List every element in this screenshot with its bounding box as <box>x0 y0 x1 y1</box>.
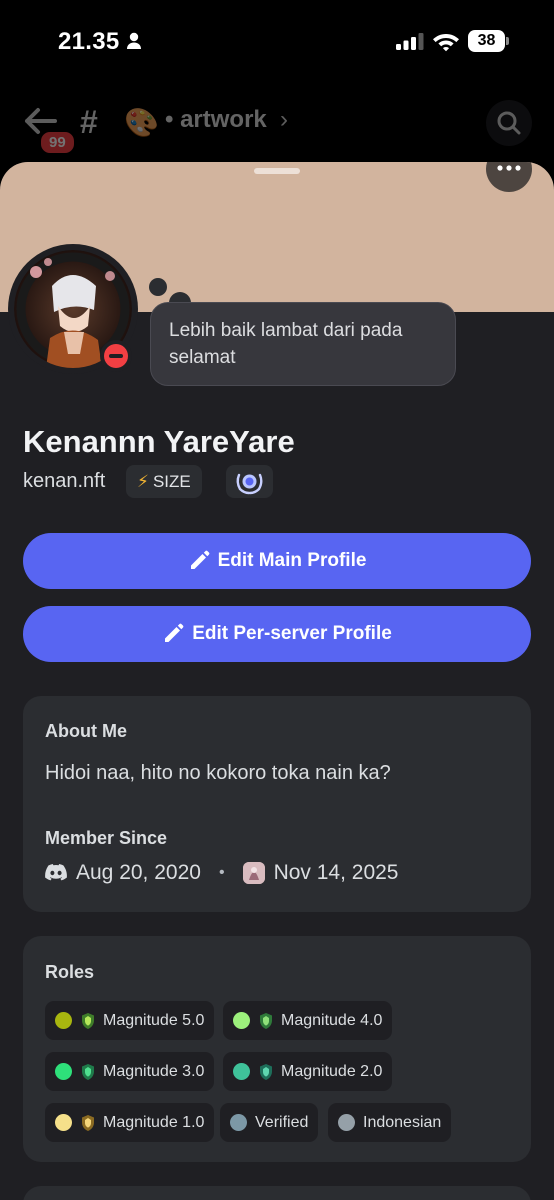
member-since-heading: Member Since <box>45 828 168 848</box>
role-label: Magnitude 3.0 <box>103 1062 205 1080</box>
server-tag-label: SIZE <box>152 472 191 491</box>
next-section-card <box>23 1186 531 1200</box>
role-pill[interactable]: Indonesian <box>328 1103 452 1142</box>
pencil-icon <box>165 623 184 642</box>
role-color-dot <box>233 1063 250 1080</box>
battery-level: 38 <box>468 30 505 52</box>
profile-sheet: Lebih baik lambat dari pada selamat Kena… <box>0 162 554 1200</box>
discord-join-date: Aug 20, 2020 <box>76 861 201 884</box>
edit-main-profile-button[interactable]: Edit Main Profile <box>23 533 531 589</box>
shield-icon <box>260 1063 272 1080</box>
role-label: Magnitude 2.0 <box>281 1062 383 1080</box>
server-tag[interactable]: ⚡ SIZE <box>126 465 202 498</box>
shield-icon <box>82 1063 94 1080</box>
role-pill[interactable]: Magnitude 2.0 <box>223 1052 393 1091</box>
status-bar: 21.35 38 <box>0 0 554 84</box>
role-color-dot <box>230 1114 247 1131</box>
about-me-text: Hidoi naa, hito no kokoro toka nain ka? <box>45 762 391 784</box>
role-pill[interactable]: Magnitude 3.0 <box>45 1052 215 1091</box>
discord-logo-icon <box>45 864 67 881</box>
profile-badge[interactable] <box>226 465 273 498</box>
wifi-icon <box>433 34 459 52</box>
custom-status-text: Lebih baik lambat dari pada selamat <box>169 320 403 368</box>
username: kenan.nft <box>23 470 106 492</box>
role-color-dot <box>55 1114 72 1131</box>
role-color-dot <box>55 1063 72 1080</box>
channel-header: 99 # 🎨 • artwork › <box>0 84 554 164</box>
shield-icon <box>260 1012 272 1029</box>
edit-per-server-profile-button[interactable]: Edit Per-server Profile <box>23 606 531 662</box>
server-join-date: Nov 14, 2025 <box>273 861 399 884</box>
role-label: Magnitude 5.0 <box>103 1011 205 1029</box>
display-name: Kenannn YareYare <box>23 424 295 459</box>
role-pill[interactable]: Magnitude 4.0 <box>223 1001 393 1040</box>
search-button[interactable] <box>486 100 532 146</box>
separator-dot: • <box>218 864 225 881</box>
role-pill[interactable]: Magnitude 1.0 <box>45 1103 215 1142</box>
about-card: About Me Hidoi naa, hito no kokoro toka … <box>23 696 531 912</box>
drag-handle[interactable] <box>254 168 300 174</box>
edit-per-server-profile-label: Edit Per-server Profile <box>192 623 392 644</box>
pencil-icon <box>190 550 209 569</box>
shield-icon <box>82 1012 94 1029</box>
role-pill[interactable]: Verified <box>220 1103 319 1142</box>
role-label: Magnitude 4.0 <box>281 1011 383 1029</box>
roles-card: Roles Magnitude 5.0 Magnitude 4.0 Magnit… <box>23 936 531 1162</box>
cellular-signal-icon <box>396 33 424 50</box>
role-pill[interactable]: Magnitude 5.0 <box>45 1001 215 1040</box>
person-icon <box>127 32 141 49</box>
role-label: Magnitude 1.0 <box>103 1113 205 1131</box>
channel-emoji: 🎨 <box>124 107 159 138</box>
shield-icon <box>82 1114 94 1131</box>
about-me-heading: About Me <box>45 721 127 741</box>
role-label: Indonesian <box>363 1113 442 1131</box>
role-color-dot <box>233 1012 250 1029</box>
laurel-badge-icon <box>236 473 263 495</box>
battery-indicator: 38 <box>468 30 510 52</box>
server-icon <box>242 862 265 884</box>
role-color-dot <box>55 1012 72 1029</box>
channel-name[interactable]: • artwork <box>165 106 267 134</box>
unread-badge: 99 <box>38 129 77 156</box>
custom-status-bubble[interactable]: Lebih baik lambat dari pada selamat <box>150 302 456 386</box>
roles-heading: Roles <box>45 962 95 982</box>
text-channel-locked-icon: # <box>80 104 98 140</box>
chevron-right-icon: › <box>280 106 288 133</box>
clock: 21.35 <box>58 28 120 55</box>
search-icon <box>497 111 521 135</box>
do-not-disturb-status-icon <box>100 340 132 372</box>
status-bubble-dot <box>149 278 167 296</box>
role-color-dot <box>338 1114 355 1131</box>
edit-main-profile-label: Edit Main Profile <box>217 550 367 571</box>
lightning-icon: ⚡ <box>137 472 149 491</box>
role-label: Verified <box>255 1113 309 1131</box>
member-since-row: Aug 20, 2020 • Nov 14, 2025 <box>45 858 399 888</box>
more-dots-icon <box>497 165 521 171</box>
